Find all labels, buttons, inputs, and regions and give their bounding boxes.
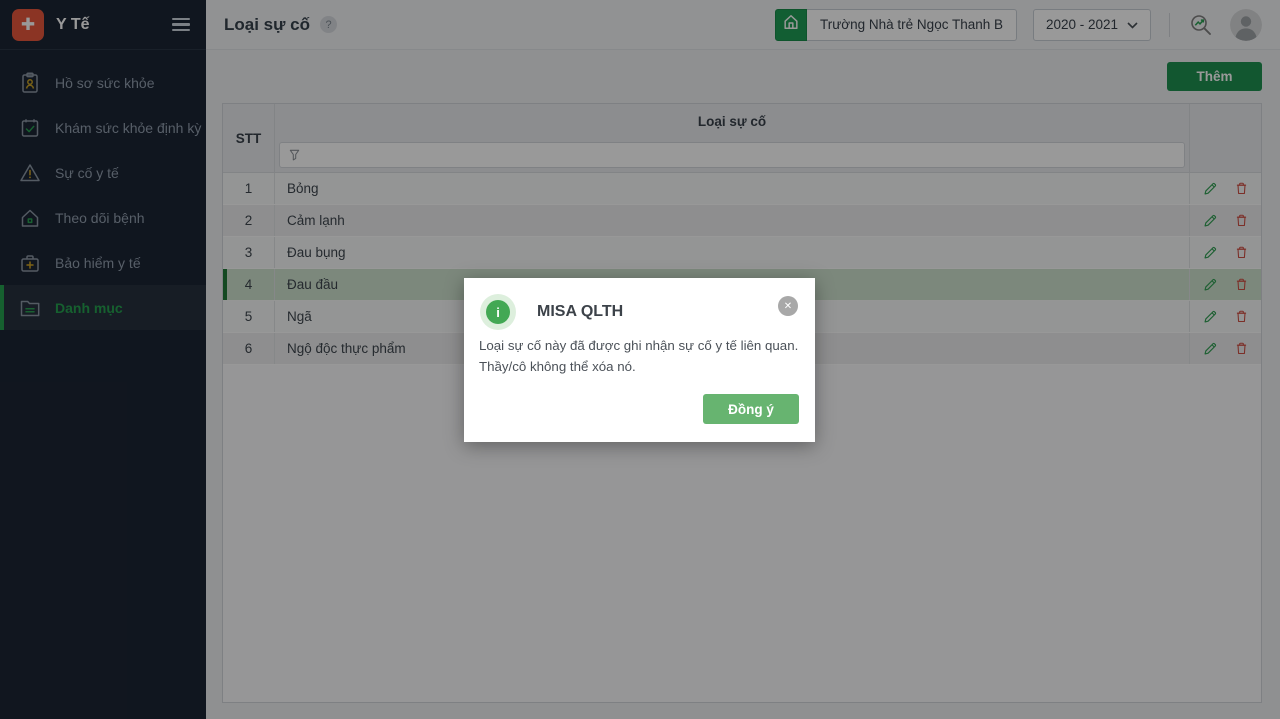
dialog-message-line2: Thầy/cô không thể xóa nó. xyxy=(479,359,636,374)
confirmation-dialog: i MISA QLTH ✕ Loại sự cố này đã được ghi… xyxy=(464,278,815,442)
app-screen: ✚ Y Tế Hồ sơ sức khỏe Khám sức khỏe định… xyxy=(0,0,1280,719)
confirm-button[interactable]: Đồng ý xyxy=(703,394,799,424)
dialog-message: Loại sự cố này đã được ghi nhận sự cố y … xyxy=(479,335,803,377)
close-icon[interactable]: ✕ xyxy=(778,296,798,316)
dialog-message-line1: Loại sự cố này đã được ghi nhận sự cố y … xyxy=(479,338,799,353)
dialog-title: MISA QLTH xyxy=(537,303,624,320)
info-icon: i xyxy=(480,294,516,330)
